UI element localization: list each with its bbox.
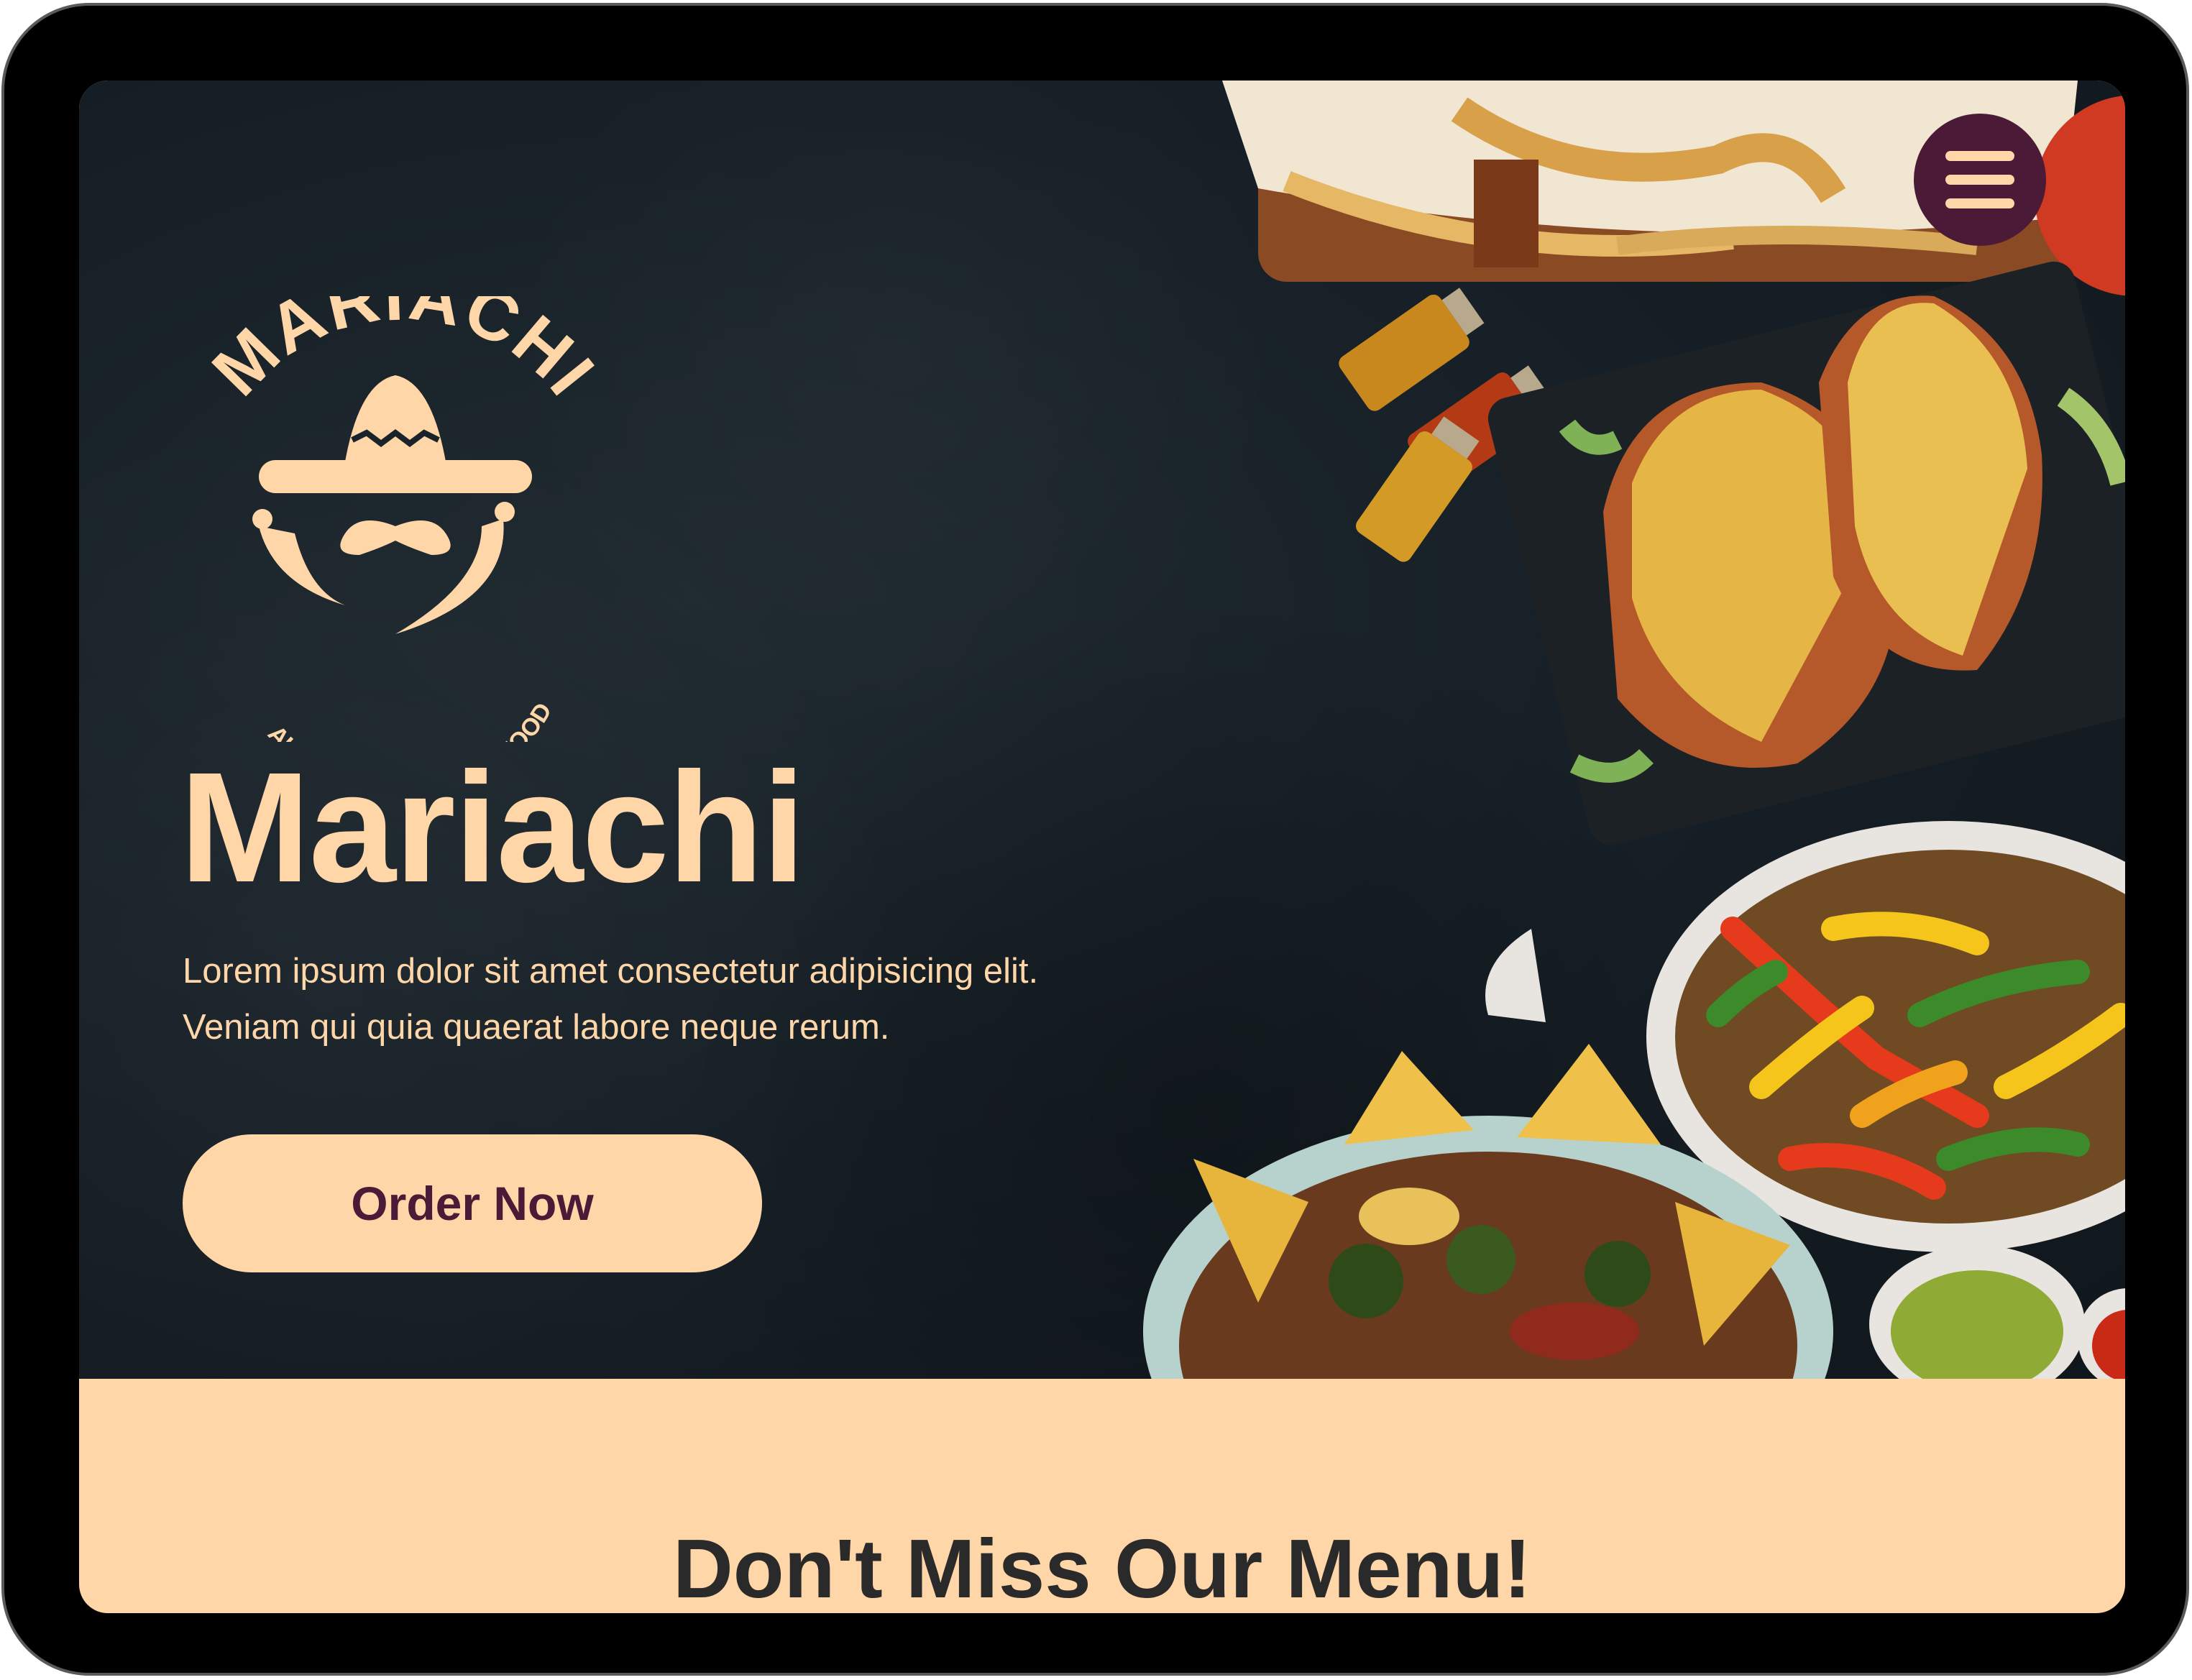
order-now-button[interactable]: Order Now [183,1134,762,1272]
screen: MARIACHI AUTHENTIC MEXICAN FOOD Mariachi… [79,81,2125,1613]
mariachi-logo: MARIACHI AUTHENTIC MEXICAN FOOD [197,296,609,742]
food-platter-image [1143,81,2125,1379]
menu-toggle-button[interactable] [1914,114,2046,246]
hero-section: MARIACHI AUTHENTIC MEXICAN FOOD Mariachi… [79,81,2125,1379]
hero-description: Lorem ipsum dolor sit amet consectetur a… [183,952,1039,1047]
hamburger-menu-icon [1945,151,2014,208]
menu-section-title: Don't Miss Our Menu! [673,1522,1531,1613]
brand-title: Mariachi [180,740,805,915]
device-frame: MARIACHI AUTHENTIC MEXICAN FOOD Mariachi… [4,6,2186,1673]
